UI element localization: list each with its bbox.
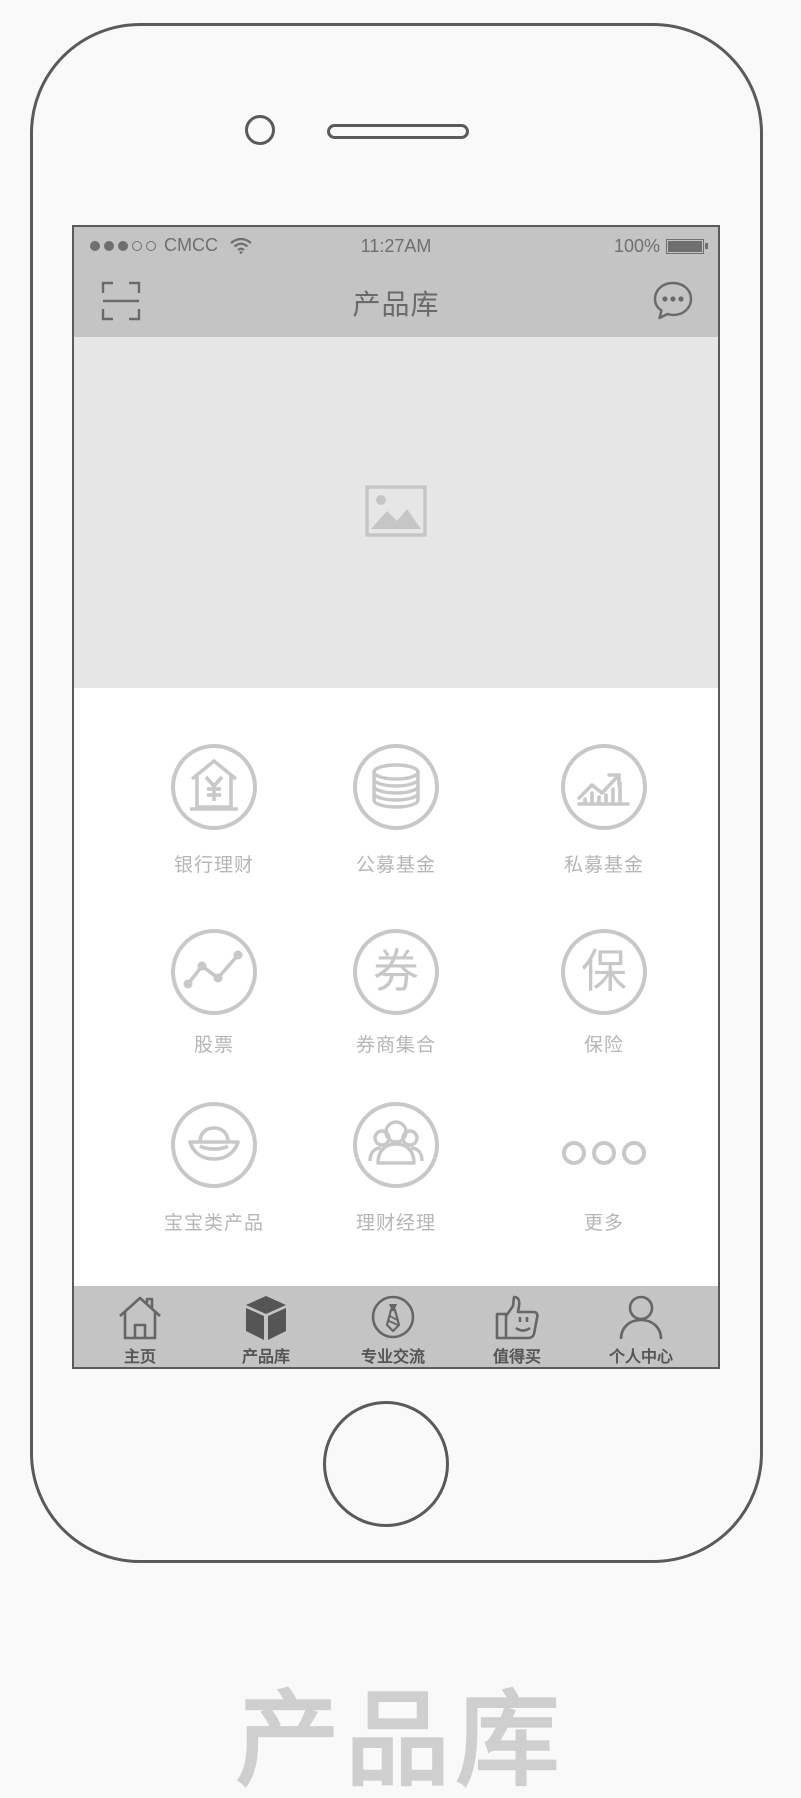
category-insurance[interactable]: 保 保险 bbox=[504, 928, 704, 1068]
cube-icon bbox=[246, 1296, 286, 1340]
home-icon bbox=[119, 1296, 161, 1340]
tab-bar: 主页 产品库 专业交流 值得买 个人中心 bbox=[74, 1286, 718, 1367]
coin-stack-icon bbox=[353, 744, 439, 830]
phone-speaker bbox=[327, 124, 469, 139]
category-stock[interactable]: 股票 bbox=[114, 928, 314, 1068]
quan-char-icon: 券 bbox=[353, 929, 439, 1015]
trend-up-icon bbox=[561, 744, 647, 830]
category-label: 银行理财 bbox=[173, 854, 254, 876]
phone-home-button[interactable] bbox=[323, 1401, 449, 1527]
category-wealth-manager[interactable]: 理财经理 bbox=[296, 1101, 496, 1241]
status-bar: CMCC 11:27AM 100% bbox=[74, 227, 718, 265]
stock-line-icon bbox=[171, 929, 257, 1015]
bao-char-icon: 保 bbox=[561, 929, 647, 1015]
thumbs-up-icon bbox=[495, 1295, 539, 1340]
phone-screen: CMCC 11:27AM 100% 产品库 银行理财 公募基金 私募基金 股票 … bbox=[72, 225, 720, 1369]
tab-label: 个人中心 bbox=[608, 1347, 673, 1366]
category-public-fund[interactable]: 公募基金 bbox=[296, 743, 496, 883]
category-label: 券商集合 bbox=[355, 1034, 436, 1056]
category-label: 更多 bbox=[583, 1212, 624, 1234]
more-dots-icon bbox=[562, 1141, 646, 1165]
page-caption: 产品库 bbox=[235, 1679, 566, 1798]
chat-icon[interactable] bbox=[652, 280, 694, 322]
category-private-fund[interactable]: 私募基金 bbox=[504, 743, 704, 883]
tab-worth-buying[interactable]: 值得买 bbox=[462, 1286, 572, 1367]
battery-percent: 100% bbox=[613, 236, 660, 256]
category-label: 私募基金 bbox=[563, 854, 644, 876]
category-label: 股票 bbox=[193, 1034, 234, 1056]
category-more[interactable]: 更多 bbox=[504, 1101, 704, 1241]
tab-label: 主页 bbox=[123, 1347, 156, 1366]
nav-bar: 产品库 bbox=[74, 265, 718, 337]
battery-icon bbox=[666, 239, 708, 254]
category-label: 保险 bbox=[583, 1034, 624, 1056]
tab-product-library[interactable]: 产品库 bbox=[211, 1286, 321, 1367]
banner-carousel[interactable] bbox=[74, 337, 718, 773]
manager-people-icon bbox=[353, 1102, 439, 1188]
category-broker-collective[interactable]: 券 券商集合 bbox=[296, 928, 496, 1068]
gold-ingot-icon bbox=[171, 1102, 257, 1188]
page-title: 产品库 bbox=[352, 288, 440, 321]
category-label: 宝宝类产品 bbox=[163, 1212, 264, 1234]
tab-label: 值得买 bbox=[492, 1347, 541, 1366]
category-label: 理财经理 bbox=[355, 1212, 436, 1234]
tab-home[interactable]: 主页 bbox=[85, 1286, 195, 1367]
category-baobao-products[interactable]: 宝宝类产品 bbox=[114, 1101, 314, 1241]
tie-icon bbox=[371, 1295, 415, 1339]
svg-text:券: 券 bbox=[373, 944, 419, 998]
tab-label: 专业交流 bbox=[360, 1347, 425, 1366]
category-label: 公募基金 bbox=[355, 854, 436, 876]
bank-yen-icon bbox=[171, 744, 257, 830]
category-bank-wealth[interactable]: 银行理财 bbox=[114, 743, 314, 883]
phone-camera bbox=[245, 115, 275, 145]
image-placeholder-icon bbox=[365, 485, 427, 537]
battery-indicator: 100% bbox=[613, 236, 708, 257]
tab-label: 产品库 bbox=[241, 1347, 290, 1366]
person-icon bbox=[619, 1295, 663, 1340]
category-grid: 银行理财 公募基金 私募基金 股票 券 券商集合 保 保险 宝宝类产品 理财经理… bbox=[74, 688, 718, 1280]
mockup-stage: CMCC 11:27AM 100% 产品库 银行理财 公募基金 私募基金 股票 … bbox=[0, 0, 801, 1798]
svg-text:保: 保 bbox=[581, 944, 627, 998]
tab-professional-exchange[interactable]: 专业交流 bbox=[338, 1286, 448, 1367]
tab-personal-center[interactable]: 个人中心 bbox=[586, 1286, 696, 1367]
